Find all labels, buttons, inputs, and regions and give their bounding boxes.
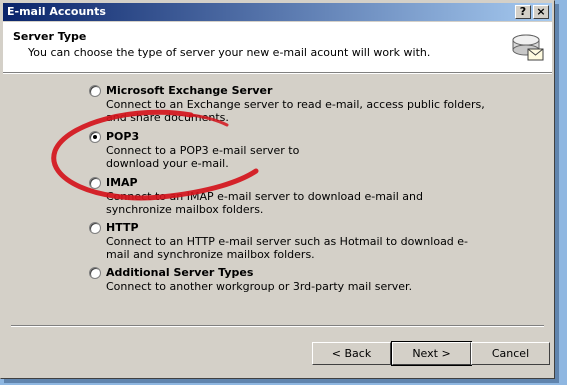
- exchange-radio[interactable]: [89, 85, 101, 97]
- help-button[interactable]: ?: [515, 5, 531, 19]
- exchange-label[interactable]: Microsoft Exchange Server: [106, 84, 272, 97]
- exchange-description: Connect to an Exchange server to read e-…: [106, 98, 485, 124]
- footer-divider: [11, 325, 544, 327]
- cancel-button[interactable]: Cancel: [471, 342, 550, 365]
- wizard-header: Server Type You can choose the type of s…: [3, 22, 552, 73]
- imap-description: Connect to an IMAP e-mail server to down…: [106, 190, 423, 216]
- email-accounts-dialog: E-mail Accounts ? × Server Type You can …: [0, 0, 555, 379]
- additional-radio[interactable]: [89, 267, 101, 279]
- title-bar[interactable]: E-mail Accounts ? ×: [3, 3, 552, 21]
- close-button[interactable]: ×: [533, 5, 549, 19]
- back-button[interactable]: < Back: [312, 342, 391, 365]
- next-button[interactable]: Next >: [391, 341, 472, 366]
- window-title: E-mail Accounts: [7, 5, 106, 18]
- email-accounts-icon: [512, 34, 544, 61]
- pop3-label[interactable]: POP3: [106, 130, 139, 143]
- additional-label[interactable]: Additional Server Types: [106, 266, 253, 279]
- http-label[interactable]: HTTP: [106, 221, 139, 234]
- header-divider: [3, 73, 552, 74]
- page-title: Server Type: [13, 30, 87, 43]
- pop3-description: Connect to a POP3 e-mail server to downl…: [106, 144, 300, 170]
- imap-label[interactable]: IMAP: [106, 176, 138, 189]
- page-subtitle: You can choose the type of server your n…: [28, 46, 431, 59]
- pop3-radio[interactable]: [89, 131, 101, 143]
- http-radio[interactable]: [89, 222, 101, 234]
- http-description: Connect to an HTTP e-mail server such as…: [106, 235, 469, 261]
- additional-description: Connect to another workgroup or 3rd-part…: [106, 280, 413, 293]
- imap-radio[interactable]: [89, 177, 101, 189]
